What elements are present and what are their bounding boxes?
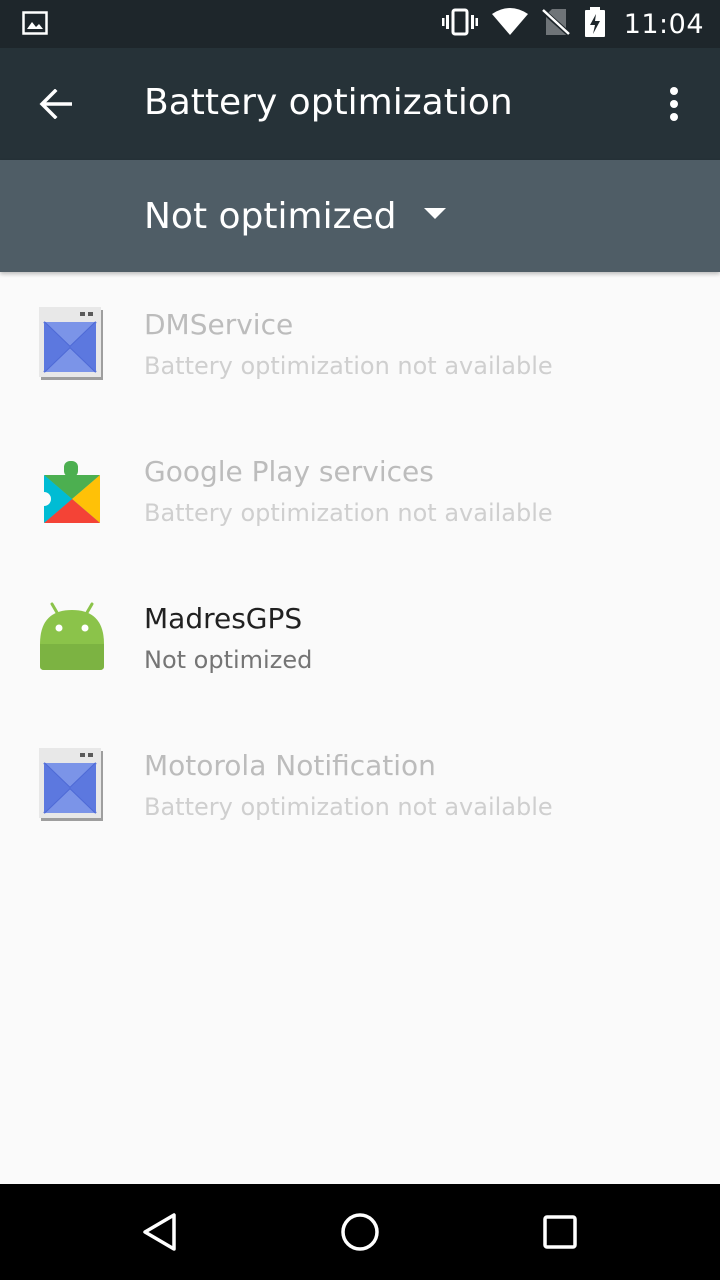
battery-charging-icon bbox=[584, 7, 606, 41]
android-icon bbox=[38, 600, 106, 676]
list-item[interactable]: Motorola Notification Battery optimizati… bbox=[0, 713, 720, 860]
more-options-button[interactable] bbox=[642, 72, 706, 136]
play-services-icon bbox=[37, 453, 106, 529]
toolbar: Battery optimization bbox=[0, 48, 720, 160]
app-name: Motorola Notification bbox=[144, 749, 436, 782]
nav-home-button[interactable] bbox=[328, 1200, 392, 1264]
list-item[interactable]: Google Play services Battery optimizatio… bbox=[0, 419, 720, 566]
image-icon bbox=[22, 11, 48, 39]
default-app-icon bbox=[38, 747, 106, 823]
status-bar: 11:04 bbox=[0, 0, 720, 48]
arrow-back-icon bbox=[39, 89, 72, 119]
filter-selected-value: Not optimized bbox=[144, 196, 397, 237]
more-vert-icon bbox=[670, 87, 678, 121]
back-button[interactable] bbox=[24, 72, 88, 136]
status-time: 11:04 bbox=[623, 8, 704, 40]
app-status: Battery optimization not available bbox=[144, 793, 553, 821]
app-status: Battery optimization not available bbox=[144, 352, 553, 380]
filter-spinner[interactable]: Not optimized bbox=[0, 160, 720, 272]
app-name: MadresGPS bbox=[144, 602, 303, 635]
list-item[interactable]: MadresGPS Not optimized bbox=[0, 566, 720, 713]
no-sim-icon bbox=[540, 8, 572, 40]
page-title: Battery optimization bbox=[144, 82, 513, 123]
app-name: DMService bbox=[144, 308, 294, 341]
nav-home-icon bbox=[341, 1213, 379, 1251]
app-name: Google Play services bbox=[144, 455, 434, 488]
nav-back-button[interactable] bbox=[128, 1200, 192, 1264]
dropdown-arrow-icon[interactable] bbox=[424, 208, 446, 220]
nav-back-icon bbox=[143, 1213, 176, 1251]
nav-recents-icon bbox=[543, 1215, 577, 1249]
default-app-icon bbox=[38, 306, 106, 382]
app-status: Not optimized bbox=[144, 646, 313, 674]
app-list: DMService Battery optimization not avail… bbox=[0, 272, 720, 860]
nav-recents-button[interactable] bbox=[528, 1200, 592, 1264]
navigation-bar bbox=[0, 1184, 720, 1280]
wifi-icon bbox=[491, 8, 528, 40]
app-status: Battery optimization not available bbox=[144, 499, 553, 527]
vibrate-icon bbox=[441, 8, 478, 40]
list-item[interactable]: DMService Battery optimization not avail… bbox=[0, 272, 720, 419]
